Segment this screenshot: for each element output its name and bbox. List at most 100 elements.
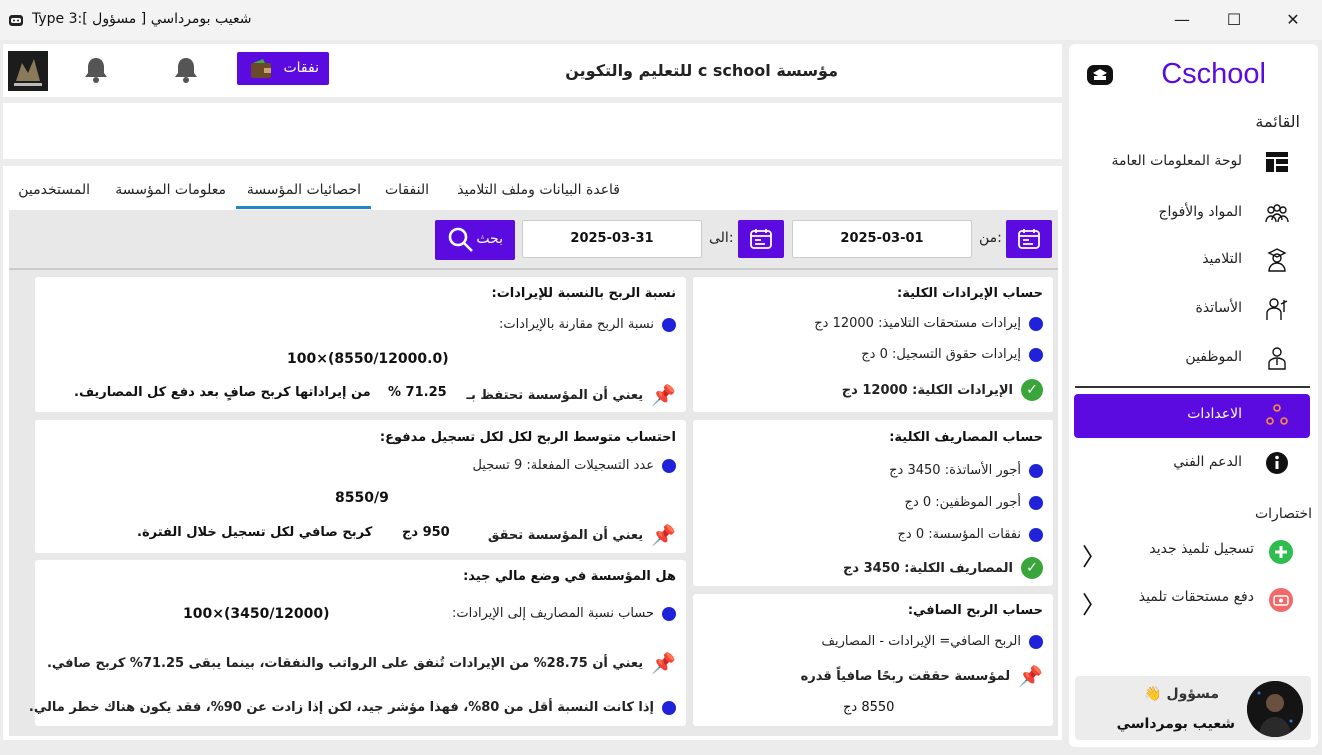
check-icon: ✓ [1021,557,1043,579]
profit-ratio-percent: % 71.25 [388,385,447,400]
registration-revenue: إيرادات حقوق التسجيل: 0 دج [861,347,1021,362]
expenses-button[interactable]: نفقات [237,52,329,85]
title-bar: Type 3:[ مسؤول ] شعيب بومرداسي — ☐ ✕ [0,0,1322,40]
net-profit-formula: الربح الصافي= الإيرادات - المصاريف [821,634,1021,649]
info-icon [1264,450,1290,476]
sidebar-item-teachers[interactable]: الأساتذة [1074,288,1310,332]
tab-institution-info[interactable]: معلومات المؤسسة [115,182,226,198]
total-expenses: المصاريف الكلية: 3450 دج [842,560,1013,576]
header: مؤسسة c school للتعليم والتكوين نفقات [3,44,1062,97]
sidebar-divider [1075,386,1310,388]
to-calendar-button[interactable] [738,220,784,258]
to-date-field[interactable]: 2025-03-31 [522,220,702,258]
menu-heading: القائمة [1255,112,1300,131]
sidebar-item-groups[interactable]: المواد والأفواج [1074,192,1310,236]
payment-icon [1268,587,1294,613]
tab-expenses[interactable]: النفقات [385,182,429,198]
bullet-icon [1029,634,1043,649]
profit-ratio-formula: 100×(8550/12000.0) [287,351,449,367]
from-calendar-button[interactable] [1006,220,1052,258]
employees-wages: أجور الموظفين: 0 دج [904,495,1021,510]
sidebar-item-label: التلاميذ [1202,251,1242,267]
sidebar-item-settings[interactable]: الاعدادات [1074,394,1310,438]
sidebar-item-label: الدعم الفني [1173,454,1242,470]
avg-profit-card: احتساب متوسط الربح لكل لكل تسجيل مدفوع: … [35,420,686,553]
pin-icon: 📌 [651,383,676,407]
bullet-icon [662,700,676,715]
pin-icon: 📌 [651,651,676,675]
groups-icon [1264,200,1290,226]
user-role: مسؤول 👋 [1144,686,1219,702]
avg-profit-title: احتساب متوسط الربح لكل لكل تسجيل مدفوع: [379,430,676,445]
shortcut-label: تسجيل تلميذ جديد [1149,541,1254,557]
health-advice: إذا كانت النسبة أقل من 80%، فهذا مؤشر جي… [28,700,654,715]
avg-profit-formula: 8550/9 [335,490,389,506]
shortcuts-heading: اختصارات [1254,506,1312,522]
sidebar-item-support[interactable]: الدعم الفني [1074,442,1310,486]
sidebar-item-dashboard[interactable]: لوحة المعلومات العامة [1074,141,1310,185]
maximize-button[interactable]: ☐ [1212,8,1256,32]
sidebar-item-label: لوحة المعلومات العامة [1111,153,1242,169]
net-profit-value: 8550 دج [843,700,895,715]
page-title: مؤسسة c school للتعليم والتكوين [565,61,838,80]
window-title: Type 3:[ مسؤول ] شعيب بومرداسي [32,11,252,27]
bullet-icon [662,317,676,332]
health-formula: 100×(3450/12000) [183,606,330,622]
search-icon [447,226,475,258]
bell-icon[interactable] [81,55,111,85]
profit-ratio-card: نسبة الربح بالنسبة للإيرادات: نسبة الربح… [35,277,686,412]
close-button[interactable]: ✕ [1271,8,1315,32]
teacher-icon [1264,296,1290,322]
bullet-icon [1029,463,1043,478]
check-icon: ✓ [1021,379,1043,401]
sidebar-item-label: الموظفين [1185,349,1242,365]
minimize-button[interactable]: — [1160,8,1204,32]
active-tab-indicator [236,206,371,209]
profit-ratio-title: نسبة الربح بالنسبة للإيرادات: [491,286,677,301]
teachers-wages: أجور الأساتذة: 3450 دج [889,463,1021,478]
avg-profit-meaning-a: يعني أن المؤسسة تحقق [487,527,644,543]
from-label: من: [979,230,1002,246]
avg-profit-desc: عدد التسجيلات المفعلة: 9 تسجيل [472,458,654,473]
avatar[interactable] [1247,681,1303,737]
to-label: الى: [709,230,734,246]
expenses-card: حساب المصاريف الكلية: أجور الأساتذة: 345… [693,420,1053,586]
financial-health-card: هل المؤسسة في وضع مالي جيد: حساب نسبة ال… [29,560,686,726]
shortcut-new-student[interactable]: 〉 تسجيل تلميذ جديد [1074,531,1310,571]
settings-icon [1264,402,1290,428]
chevron-right-icon: 〉 [1082,591,1106,619]
bell-icon[interactable] [171,55,201,85]
chevron-right-icon: 〉 [1082,543,1106,571]
sidebar-item-employees[interactable]: الموظفين [1074,337,1310,381]
net-profit-title: حساب الربح الصافي: [907,603,1043,618]
tab-students-database[interactable]: قاعدة البيانات وملف التلاميذ [457,182,620,198]
sidebar-item-label: الاعدادات [1187,406,1242,422]
bullet-icon [662,606,676,621]
calendar-icon [1018,229,1040,249]
student-icon [1264,247,1290,273]
sidebar-item-students[interactable]: التلاميذ [1074,239,1310,283]
logo-icon [1085,61,1115,91]
tab-users[interactable]: المستخدمين [18,182,90,198]
divider [9,268,1058,270]
net-profit-note: لمؤسسة حققت ربحًا صافياً قدره [800,668,1011,684]
blank-panel [3,103,1062,159]
shortcut-pay-dues[interactable]: 〉 دفع مستحقات تلميذ [1074,579,1310,619]
avg-profit-value: 950 دج [402,525,450,540]
sidebar-item-label: المواد والأفواج [1158,204,1242,220]
sidebar-item-label: الأساتذة [1195,300,1242,316]
total-revenue: الإيرادات الكلية: 12000 دج [841,382,1013,398]
sidebar: Cschool القائمة لوحة المعلومات العامة ال… [1069,44,1318,747]
expenses-title: حساب المصاريف الكلية: [889,430,1043,445]
dashboard-icon [1264,149,1290,175]
bullet-icon [1029,495,1043,510]
from-date-field[interactable]: 2025-03-01 [792,220,972,258]
profit-ratio-desc: نسبة الربح مقارنة بالإيرادات: [498,317,654,332]
tab-statistics[interactable]: احصائيات المؤسسة [247,182,361,198]
health-meaning: يعني أن 28.75% من الإيرادات تُنفق على ال… [46,655,644,671]
revenue-title: حساب الإيرادات الكلية: [897,286,1043,301]
health-desc: حساب نسبة المصاريف إلى الإيرادات: [451,606,654,621]
logo-text: Cschool [1161,58,1266,90]
search-button[interactable]: بحث [435,220,515,260]
institution-logo[interactable] [8,51,48,91]
